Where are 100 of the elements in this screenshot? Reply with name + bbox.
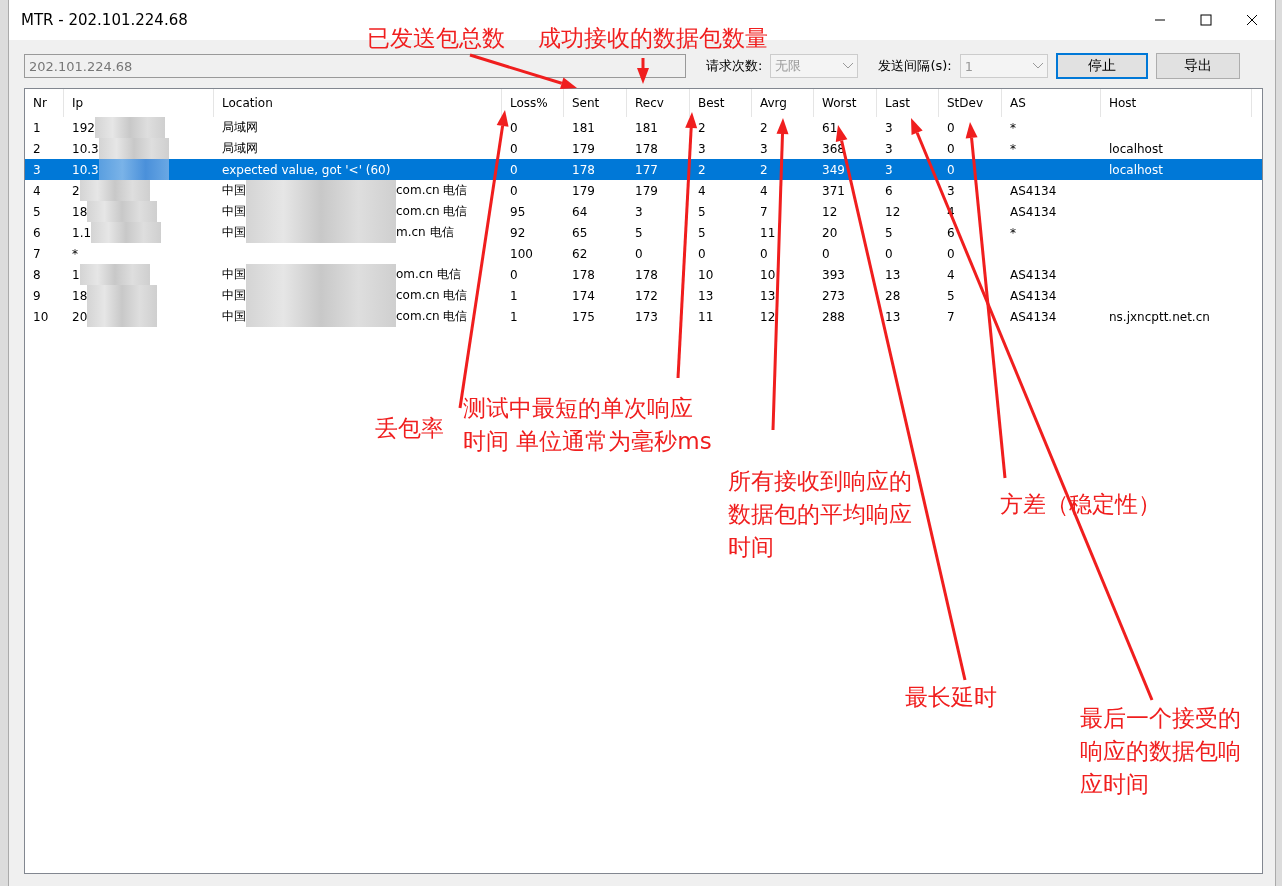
table-cell: com.cn 电信: [396, 308, 468, 325]
table-cell: 7: [33, 246, 41, 261]
table-cell: 13: [698, 288, 714, 303]
toolbar-button[interactable]: 导出: [1155, 53, 1240, 79]
table-cell: 3: [760, 141, 768, 156]
table-cell: 2: [760, 120, 768, 135]
annotation-text: 所有接收到响应的 数据包的平均响应 时间: [728, 467, 912, 562]
table-cell: 0: [947, 141, 955, 156]
column-header[interactable]: Host: [1101, 89, 1252, 117]
table-cell: 1: [72, 267, 80, 282]
table-cell: 12: [885, 204, 901, 219]
table-cell: 中国: [222, 224, 246, 241]
table-cell: *: [72, 246, 78, 261]
table-cell: expected value, got '<' (60): [222, 162, 391, 177]
table-cell: 178: [635, 141, 658, 156]
table-cell: 393: [822, 267, 845, 282]
table-cell: 4: [698, 183, 706, 198]
column-header[interactable]: Last: [877, 89, 939, 117]
table-cell: 10: [698, 267, 714, 282]
table-row[interactable]: 7 * 100 62 0 0 0 0 0 0: [25, 243, 1262, 264]
table-cell: 13: [885, 309, 901, 324]
table-cell: 3: [635, 204, 643, 219]
table-cell: 64: [572, 204, 588, 219]
table-cell: AS4134: [1010, 267, 1057, 282]
field-label: 请求次数:: [706, 57, 763, 75]
table-cell: 0: [947, 246, 955, 261]
table-cell: 1: [510, 309, 518, 324]
table-cell: AS4134: [1010, 288, 1057, 303]
table-cell: 中国: [222, 182, 246, 199]
selected-row[interactable]: 3 10.3 expected value, got '<' (60) 0 178 177 2 2 349 3 0 localhost: [25, 159, 1262, 180]
table-cell: 178: [635, 267, 658, 282]
table-cell: 177: [635, 162, 658, 177]
table-cell: 179: [572, 183, 595, 198]
column-header[interactable]: Avrg: [752, 89, 814, 117]
column-header[interactable]: AS: [1002, 89, 1101, 117]
table-cell: 0: [510, 162, 518, 177]
table-cell: 2: [33, 141, 41, 156]
table-cell: 10: [760, 267, 776, 282]
annotation-text: 最长延时: [905, 683, 997, 712]
table-cell: 3: [885, 120, 893, 135]
table-cell: 局域网: [222, 119, 258, 136]
table-cell: 13: [885, 267, 901, 282]
table-cell: 100: [510, 246, 533, 261]
table-cell: 0: [760, 246, 768, 261]
table-cell: 0: [698, 246, 706, 261]
table-row[interactable]: 1 192 局域网 0 181 181 2 2 61 3 0 *: [25, 117, 1262, 138]
table-cell: 6: [885, 183, 893, 198]
table-row[interactable]: 10 20 中国 com.cn 电信 1 175 173 11 12 288 13 7 AS4134 ns.jxncptt.net.cn: [25, 306, 1262, 327]
table-row[interactable]: 6 1.1 中国 m.cn 电信 92 65 5 5 11 20 5 6 *: [25, 222, 1262, 243]
table-cell: 273: [822, 288, 845, 303]
table-cell: 61: [822, 120, 838, 135]
table-cell: *: [1010, 141, 1016, 156]
table-cell: 20: [72, 309, 88, 324]
table-cell: 12: [822, 204, 838, 219]
toolbar-button[interactable]: 停止: [1055, 53, 1148, 79]
table-cell: 174: [572, 288, 595, 303]
table-cell: 18: [72, 204, 88, 219]
table-cell: 1.1: [72, 225, 92, 240]
column-header[interactable]: StDev: [939, 89, 1002, 117]
table-cell: 18: [72, 288, 88, 303]
table-row[interactable]: 8 1 中国 om.cn 电信 0 178 178 10 10 393 13 4 AS4134: [25, 264, 1262, 285]
annotation-text: 测试中最短的单次响应 时间 单位通常为毫秒ms: [463, 394, 712, 456]
table-cell: 181: [635, 120, 658, 135]
table-row[interactable]: 4 2 中国 com.cn 电信 0 179 179 4 4 371 6 3 AS4134: [25, 180, 1262, 201]
table-cell: 0: [510, 183, 518, 198]
table-cell: 3: [885, 162, 893, 177]
table-cell: 9: [33, 288, 41, 303]
annotation-text: 丢包率: [375, 414, 444, 443]
table-cell: 65: [572, 225, 588, 240]
table-cell: 288: [822, 309, 845, 324]
table-cell: 20: [822, 225, 838, 240]
table-cell: *: [1010, 120, 1016, 135]
table-cell: 28: [885, 288, 901, 303]
table-cell: 中国: [222, 266, 246, 283]
table-cell: 11: [760, 225, 776, 240]
table-cell: 中国: [222, 308, 246, 325]
table-cell: 179: [572, 141, 595, 156]
table-cell: 0: [947, 120, 955, 135]
table-cell: 192: [72, 120, 95, 135]
table-cell: m.cn 电信: [396, 224, 454, 241]
column-header[interactable]: Worst: [814, 89, 877, 117]
table-cell: 中国: [222, 203, 246, 220]
table-cell: 3: [33, 162, 41, 177]
table-cell: 3: [885, 141, 893, 156]
table-row[interactable]: 9 18 中国 com.cn 电信 1 174 172 13 13 273 28 5 AS4134: [25, 285, 1262, 306]
table-cell: 92: [510, 225, 526, 240]
table-cell: AS4134: [1010, 204, 1057, 219]
table-cell: 0: [885, 246, 893, 261]
table-cell: com.cn 电信: [396, 182, 468, 199]
target-field[interactable]: 202.101.224.68: [24, 54, 686, 78]
table-cell: 11: [698, 309, 714, 324]
table-cell: 95: [510, 204, 526, 219]
table-cell: 62: [572, 246, 588, 261]
table-cell: 2: [698, 162, 706, 177]
table-cell: 5: [698, 225, 706, 240]
table-cell: 5: [947, 288, 955, 303]
table-cell: com.cn 电信: [396, 287, 468, 304]
column-header[interactable]: Recv: [627, 89, 690, 117]
column-header[interactable]: Nr: [25, 89, 64, 117]
annotation-text: 已发送包总数: [367, 24, 505, 53]
